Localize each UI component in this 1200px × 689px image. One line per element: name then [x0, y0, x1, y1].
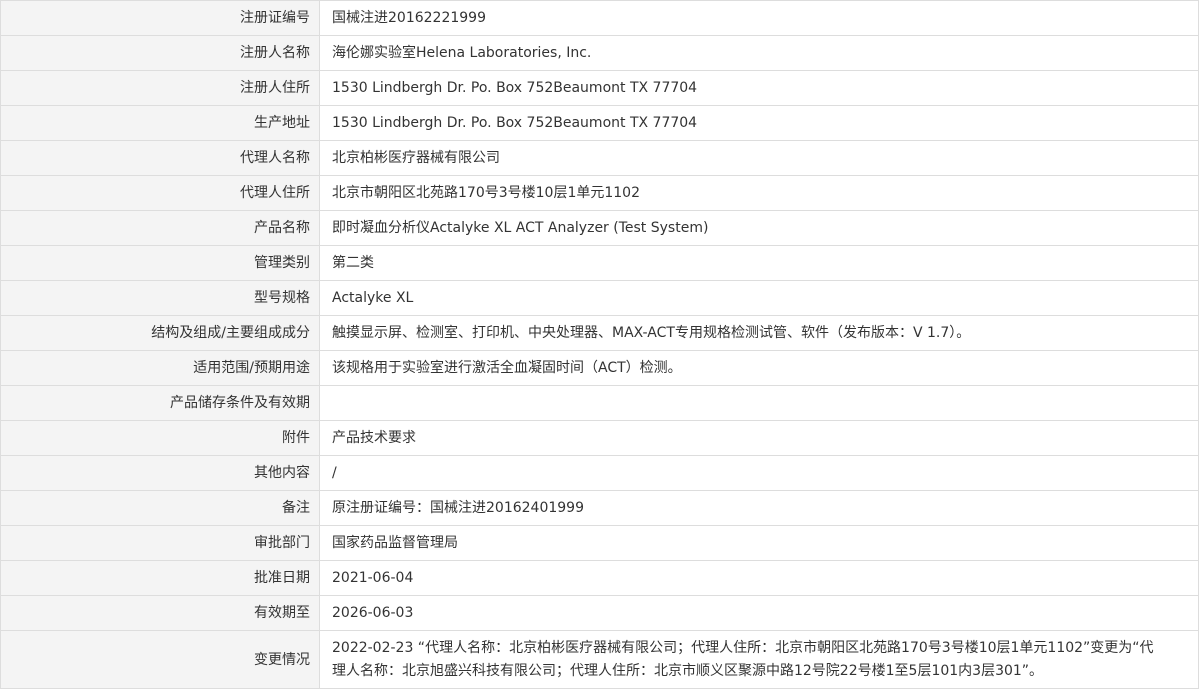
registration-detail-table: 注册证编号 国械注进20162221999 注册人名称 海伦娜实验室Helena… [0, 0, 1199, 689]
field-value: 即时凝血分析仪Actalyke XL ACT Analyzer (Test Sy… [319, 210, 1199, 246]
field-label: 备注 [0, 490, 320, 526]
field-value: 2022-02-23 “代理人名称：北京柏彬医疗器械有限公司；代理人住所：北京市… [319, 630, 1199, 689]
row-product-name: 产品名称 即时凝血分析仪Actalyke XL ACT Analyzer (Te… [0, 210, 1199, 246]
field-label: 批准日期 [0, 560, 320, 596]
field-label: 注册人住所 [0, 70, 320, 106]
field-label: 代理人住所 [0, 175, 320, 211]
row-agent-name: 代理人名称 北京柏彬医疗器械有限公司 [0, 140, 1199, 176]
row-storage-validity: 产品储存条件及有效期 [0, 385, 1199, 421]
field-label: 附件 [0, 420, 320, 456]
field-label: 适用范围/预期用途 [0, 350, 320, 386]
field-value: 触摸显示屏、检测室、打印机、中央处理器、MAX-ACT专用规格检测试管、软件（发… [319, 315, 1199, 351]
row-production-address: 生产地址 1530 Lindbergh Dr. Po. Box 752Beaum… [0, 105, 1199, 141]
row-structure-composition: 结构及组成/主要组成成分 触摸显示屏、检测室、打印机、中央处理器、MAX-ACT… [0, 315, 1199, 351]
field-value [319, 385, 1199, 421]
field-value: 国家药品监督管理局 [319, 525, 1199, 561]
row-approval-date: 批准日期 2021-06-04 [0, 560, 1199, 596]
field-label: 注册证编号 [0, 0, 320, 36]
field-value: 1530 Lindbergh Dr. Po. Box 752Beaumont T… [319, 70, 1199, 106]
row-registration-number: 注册证编号 国械注进20162221999 [0, 0, 1199, 36]
field-label: 管理类别 [0, 245, 320, 281]
field-value: 海伦娜实验室Helena Laboratories, Inc. [319, 35, 1199, 71]
field-value: 2026-06-03 [319, 595, 1199, 631]
field-label: 有效期至 [0, 595, 320, 631]
field-value: 国械注进20162221999 [319, 0, 1199, 36]
row-management-class: 管理类别 第二类 [0, 245, 1199, 281]
field-label: 产品名称 [0, 210, 320, 246]
field-value: 产品技术要求 [319, 420, 1199, 456]
row-approval-department: 审批部门 国家药品监督管理局 [0, 525, 1199, 561]
field-label: 变更情况 [0, 630, 320, 689]
field-value: Actalyke XL [319, 280, 1199, 316]
row-intended-use: 适用范围/预期用途 该规格用于实验室进行激活全血凝固时间（ACT）检测。 [0, 350, 1199, 386]
field-label: 注册人名称 [0, 35, 320, 71]
row-agent-address: 代理人住所 北京市朝阳区北苑路170号3号楼10层1单元1102 [0, 175, 1199, 211]
field-label: 其他内容 [0, 455, 320, 491]
field-value: 北京柏彬医疗器械有限公司 [319, 140, 1199, 176]
field-label: 型号规格 [0, 280, 320, 316]
row-registrant-address: 注册人住所 1530 Lindbergh Dr. Po. Box 752Beau… [0, 70, 1199, 106]
field-label: 产品储存条件及有效期 [0, 385, 320, 421]
row-attachment: 附件 产品技术要求 [0, 420, 1199, 456]
row-remarks: 备注 原注册证编号：国械注进20162401999 [0, 490, 1199, 526]
row-expiry-date: 有效期至 2026-06-03 [0, 595, 1199, 631]
row-change-history: 变更情况 2022-02-23 “代理人名称：北京柏彬医疗器械有限公司；代理人住… [0, 630, 1199, 689]
row-other-content: 其他内容 / [0, 455, 1199, 491]
field-value: / [319, 455, 1199, 491]
field-label: 代理人名称 [0, 140, 320, 176]
field-value: 原注册证编号：国械注进20162401999 [319, 490, 1199, 526]
field-value: 北京市朝阳区北苑路170号3号楼10层1单元1102 [319, 175, 1199, 211]
field-value: 1530 Lindbergh Dr. Po. Box 752Beaumont T… [319, 105, 1199, 141]
field-value: 2021-06-04 [319, 560, 1199, 596]
field-label: 结构及组成/主要组成成分 [0, 315, 320, 351]
row-model-spec: 型号规格 Actalyke XL [0, 280, 1199, 316]
field-value: 第二类 [319, 245, 1199, 281]
field-value: 该规格用于实验室进行激活全血凝固时间（ACT）检测。 [319, 350, 1199, 386]
field-label: 生产地址 [0, 105, 320, 141]
row-registrant-name: 注册人名称 海伦娜实验室Helena Laboratories, Inc. [0, 35, 1199, 71]
field-label: 审批部门 [0, 525, 320, 561]
